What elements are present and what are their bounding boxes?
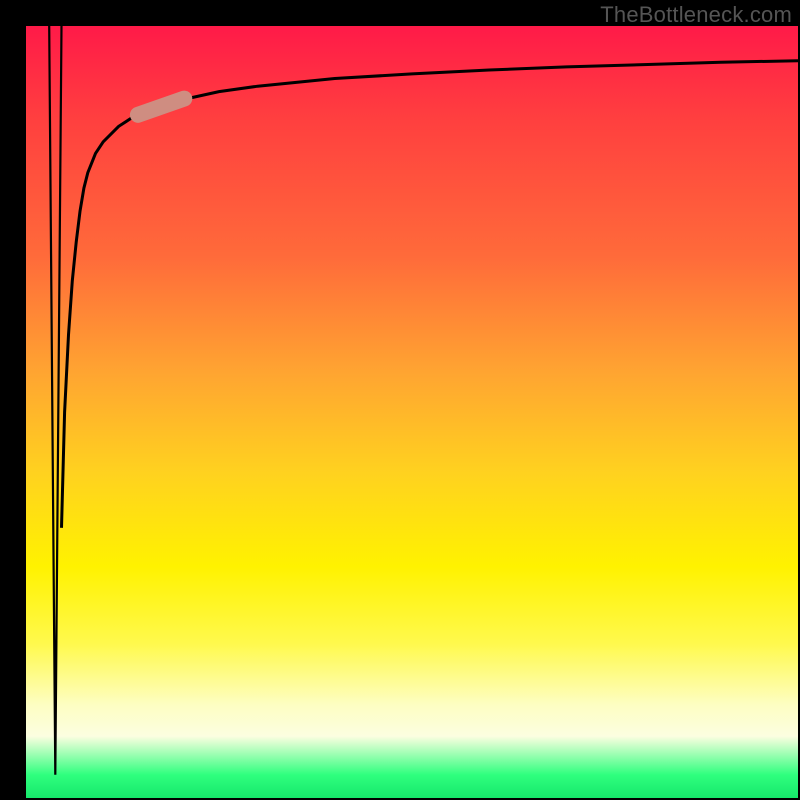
watermark-text: TheBottleneck.com <box>600 2 792 28</box>
curve-path <box>62 61 799 528</box>
chart-svg <box>26 26 798 798</box>
plot-group <box>49 26 798 775</box>
spike-path <box>49 26 61 775</box>
highlight-marker <box>138 99 184 115</box>
